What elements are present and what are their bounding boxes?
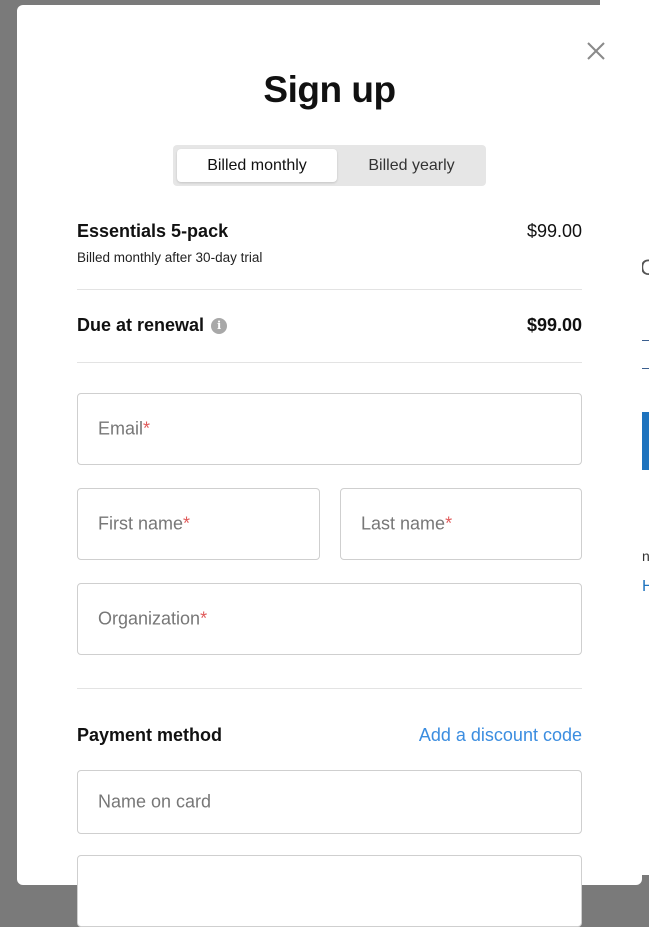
payment-method-heading: Payment method [77,725,223,745]
last-name-field[interactable]: Last name* [340,488,582,560]
divider [77,688,582,689]
name-on-card-field[interactable]: Name on card [77,770,582,834]
plan-price: $99.00 [526,221,582,241]
first-name-field[interactable]: First name* [77,488,320,560]
divider [77,362,582,363]
renewal-price: $99.00 [526,315,582,335]
plan-name: Essentials 5-pack [77,221,229,241]
info-icon[interactable]: i [211,317,228,334]
billed-monthly-option[interactable]: Billed monthly [177,149,337,182]
close-icon [587,42,605,60]
due-at-renewal: Due at renewal i [77,315,228,336]
email-placeholder: Email* [98,418,151,439]
plan-subtitle: Billed monthly after 30-day trial [77,250,263,265]
background-page-link: H [642,578,649,595]
organization-field[interactable]: Organization* [77,583,582,655]
signup-modal: Sign up Billed monthly Billed yearly Ess… [17,5,642,927]
card-number-field[interactable] [77,855,582,927]
background-page-text: n [642,548,649,564]
name-on-card-placeholder: Name on card [98,791,212,812]
first-name-placeholder: First name* [98,513,191,534]
billing-period-toggle: Billed monthly Billed yearly [173,145,486,186]
billed-yearly-option[interactable]: Billed yearly [341,149,482,182]
email-field[interactable]: Email* [77,393,582,465]
last-name-placeholder: Last name* [361,513,453,534]
organization-placeholder: Organization* [98,608,208,629]
add-discount-code-link[interactable]: Add a discount code [419,725,582,746]
divider [77,289,582,290]
close-button[interactable] [583,38,609,64]
modal-title: Sign up [263,69,396,110]
due-at-renewal-label: Due at renewal [77,315,205,335]
